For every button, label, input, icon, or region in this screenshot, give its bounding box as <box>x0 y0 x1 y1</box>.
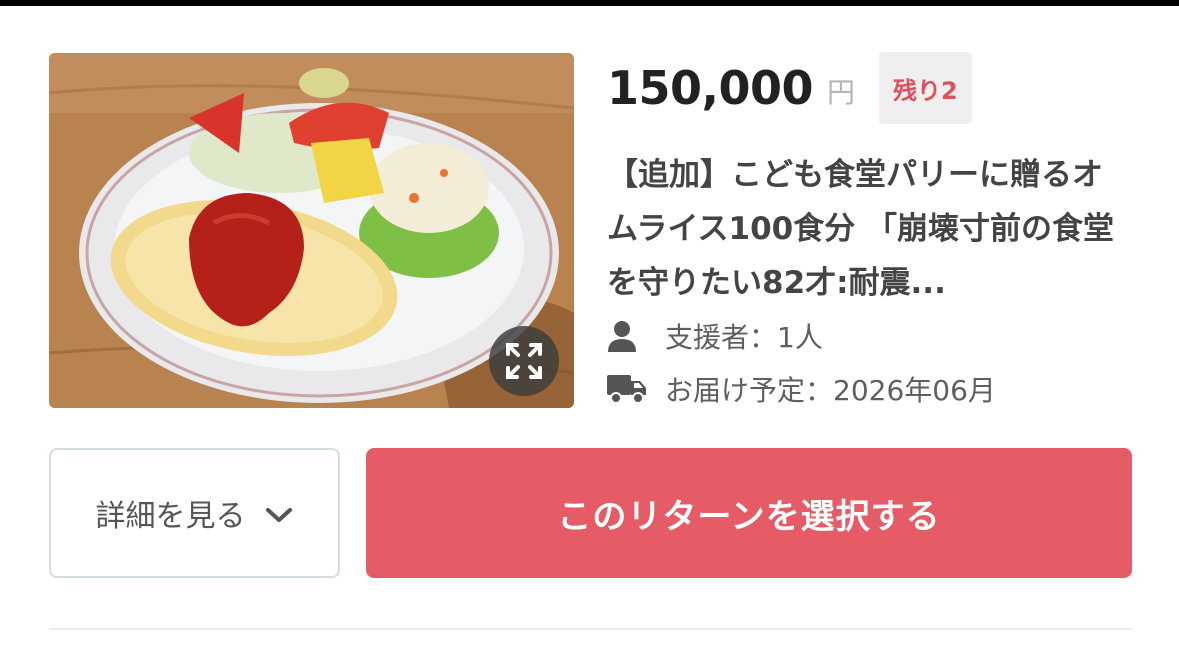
expand-image-button[interactable] <box>489 326 559 396</box>
supporters-row: 支援者：1人 <box>607 312 823 360</box>
price-row: 150,000 円 残り2 <box>607 52 972 124</box>
price-currency: 円 <box>827 76 856 109</box>
reward-title: 【追加】こども食堂パリーに贈るオムライス100食分 「崩壊寸前の食堂を守りたい8… <box>607 157 1115 301</box>
remaining-badge: 残り2 <box>879 52 972 124</box>
price-amount: 150,000 <box>607 61 814 115</box>
person-icon <box>607 320 651 352</box>
view-details-button[interactable]: 詳細を見る <box>49 448 340 578</box>
view-details-label: 詳細を見る <box>95 499 246 534</box>
chevron-down-icon <box>264 498 294 533</box>
delivery-date: お届け予定：2026年06月 <box>665 374 996 407</box>
divider <box>49 628 1132 630</box>
reward-image[interactable] <box>49 53 574 408</box>
expand-icon <box>506 343 542 379</box>
supporters-count: 支援者：1人 <box>665 321 823 354</box>
truck-icon <box>607 373 651 405</box>
reward-card: 150,000 円 残り2 【追加】こども食堂パリーに贈るオムライス100食分 … <box>0 0 1179 651</box>
delivery-row: お届け予定：2026年06月 <box>607 365 996 413</box>
select-reward-button[interactable]: このリターンを選択する <box>366 448 1132 578</box>
